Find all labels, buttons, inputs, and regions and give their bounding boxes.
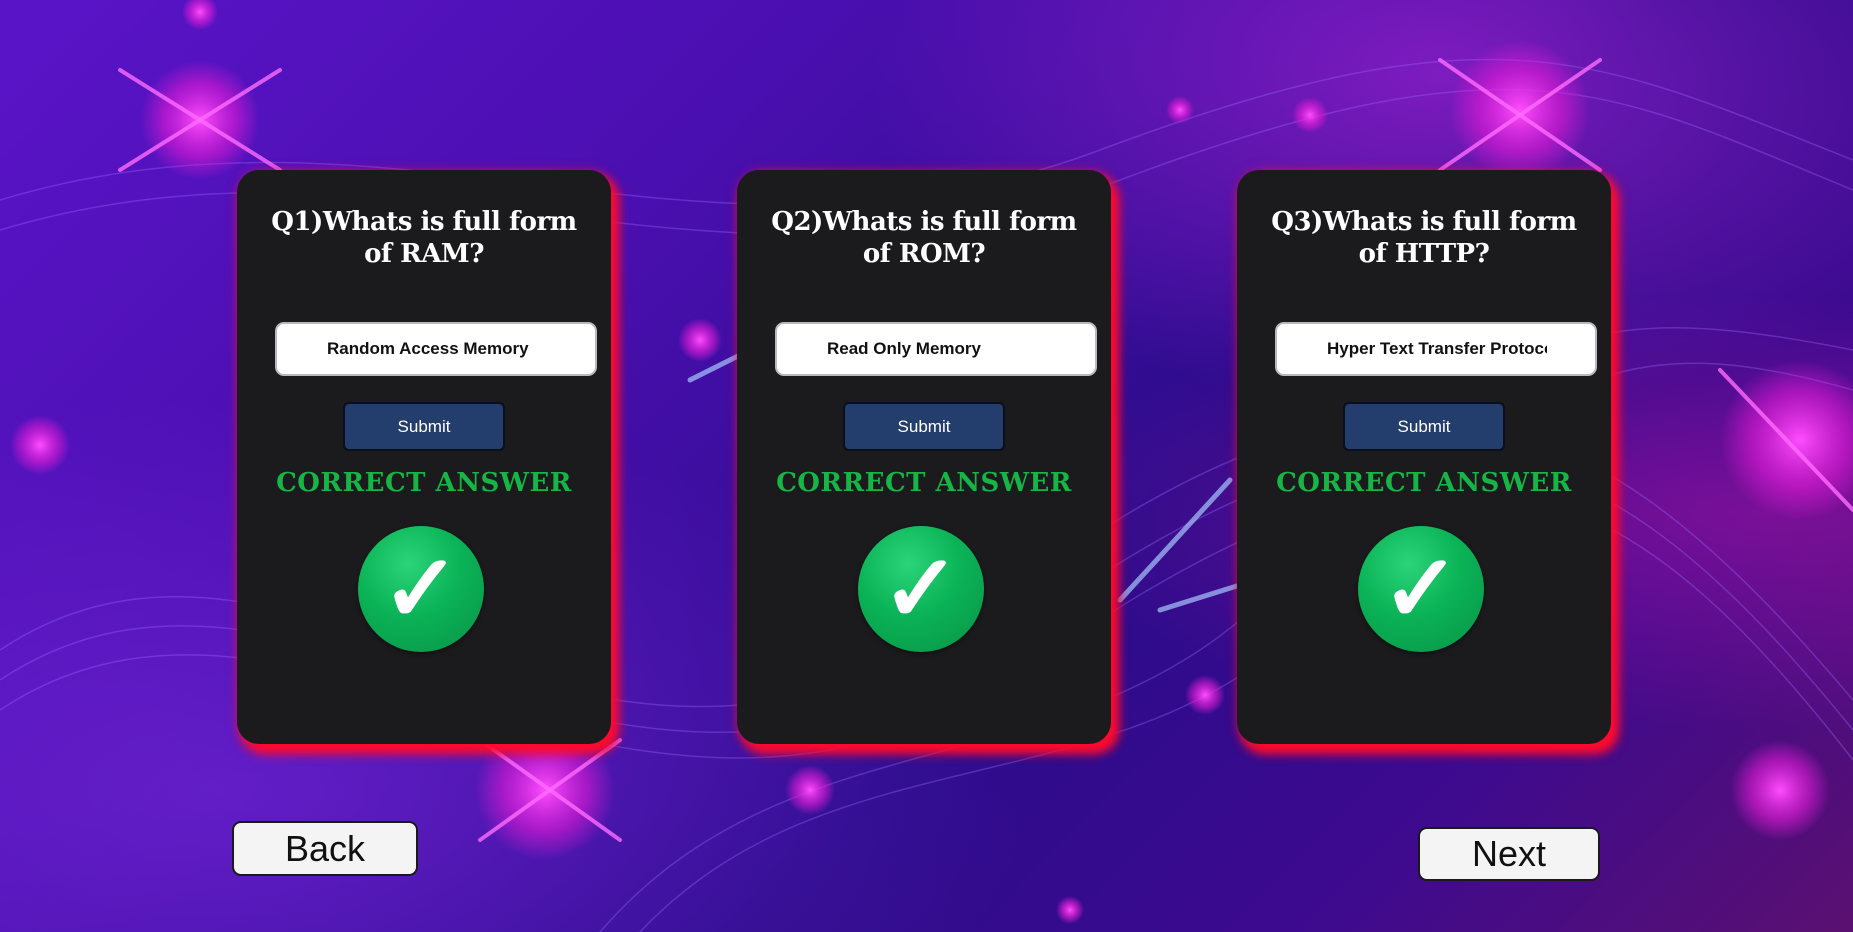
result-text: CORRECT ANSWER [776, 468, 1072, 498]
check-badge: ✓ [358, 526, 484, 652]
answer-input[interactable] [775, 322, 1097, 376]
result-text: CORRECT ANSWER [276, 468, 572, 498]
submit-button[interactable]: Submit [343, 402, 505, 451]
question-card-2: Q2)Whats is full form of ROM? Submit COR… [737, 170, 1111, 744]
question-card-3: Q3)Whats is full form of HTTP? Submit CO… [1237, 170, 1611, 744]
answer-input[interactable] [275, 322, 597, 376]
checkmark-icon: ✓ [381, 536, 461, 641]
submit-button[interactable]: Submit [1343, 402, 1505, 451]
question-text: Q2)Whats is full form of ROM? [771, 207, 1077, 269]
question-text: Q1)Whats is full form of RAM? [271, 207, 577, 269]
question-card-1: Q1)Whats is full form of RAM? Submit COR… [237, 170, 611, 744]
checkmark-icon: ✓ [881, 536, 961, 641]
back-button[interactable]: Back [232, 821, 418, 876]
checkmark-icon: ✓ [1381, 536, 1461, 641]
next-button[interactable]: Next [1418, 827, 1600, 881]
submit-button[interactable]: Submit [843, 402, 1005, 451]
answer-input[interactable] [1275, 322, 1597, 376]
check-badge: ✓ [1358, 526, 1484, 652]
question-text: Q3)Whats is full form of HTTP? [1271, 207, 1577, 269]
check-badge: ✓ [858, 526, 984, 652]
result-text: CORRECT ANSWER [1276, 468, 1572, 498]
